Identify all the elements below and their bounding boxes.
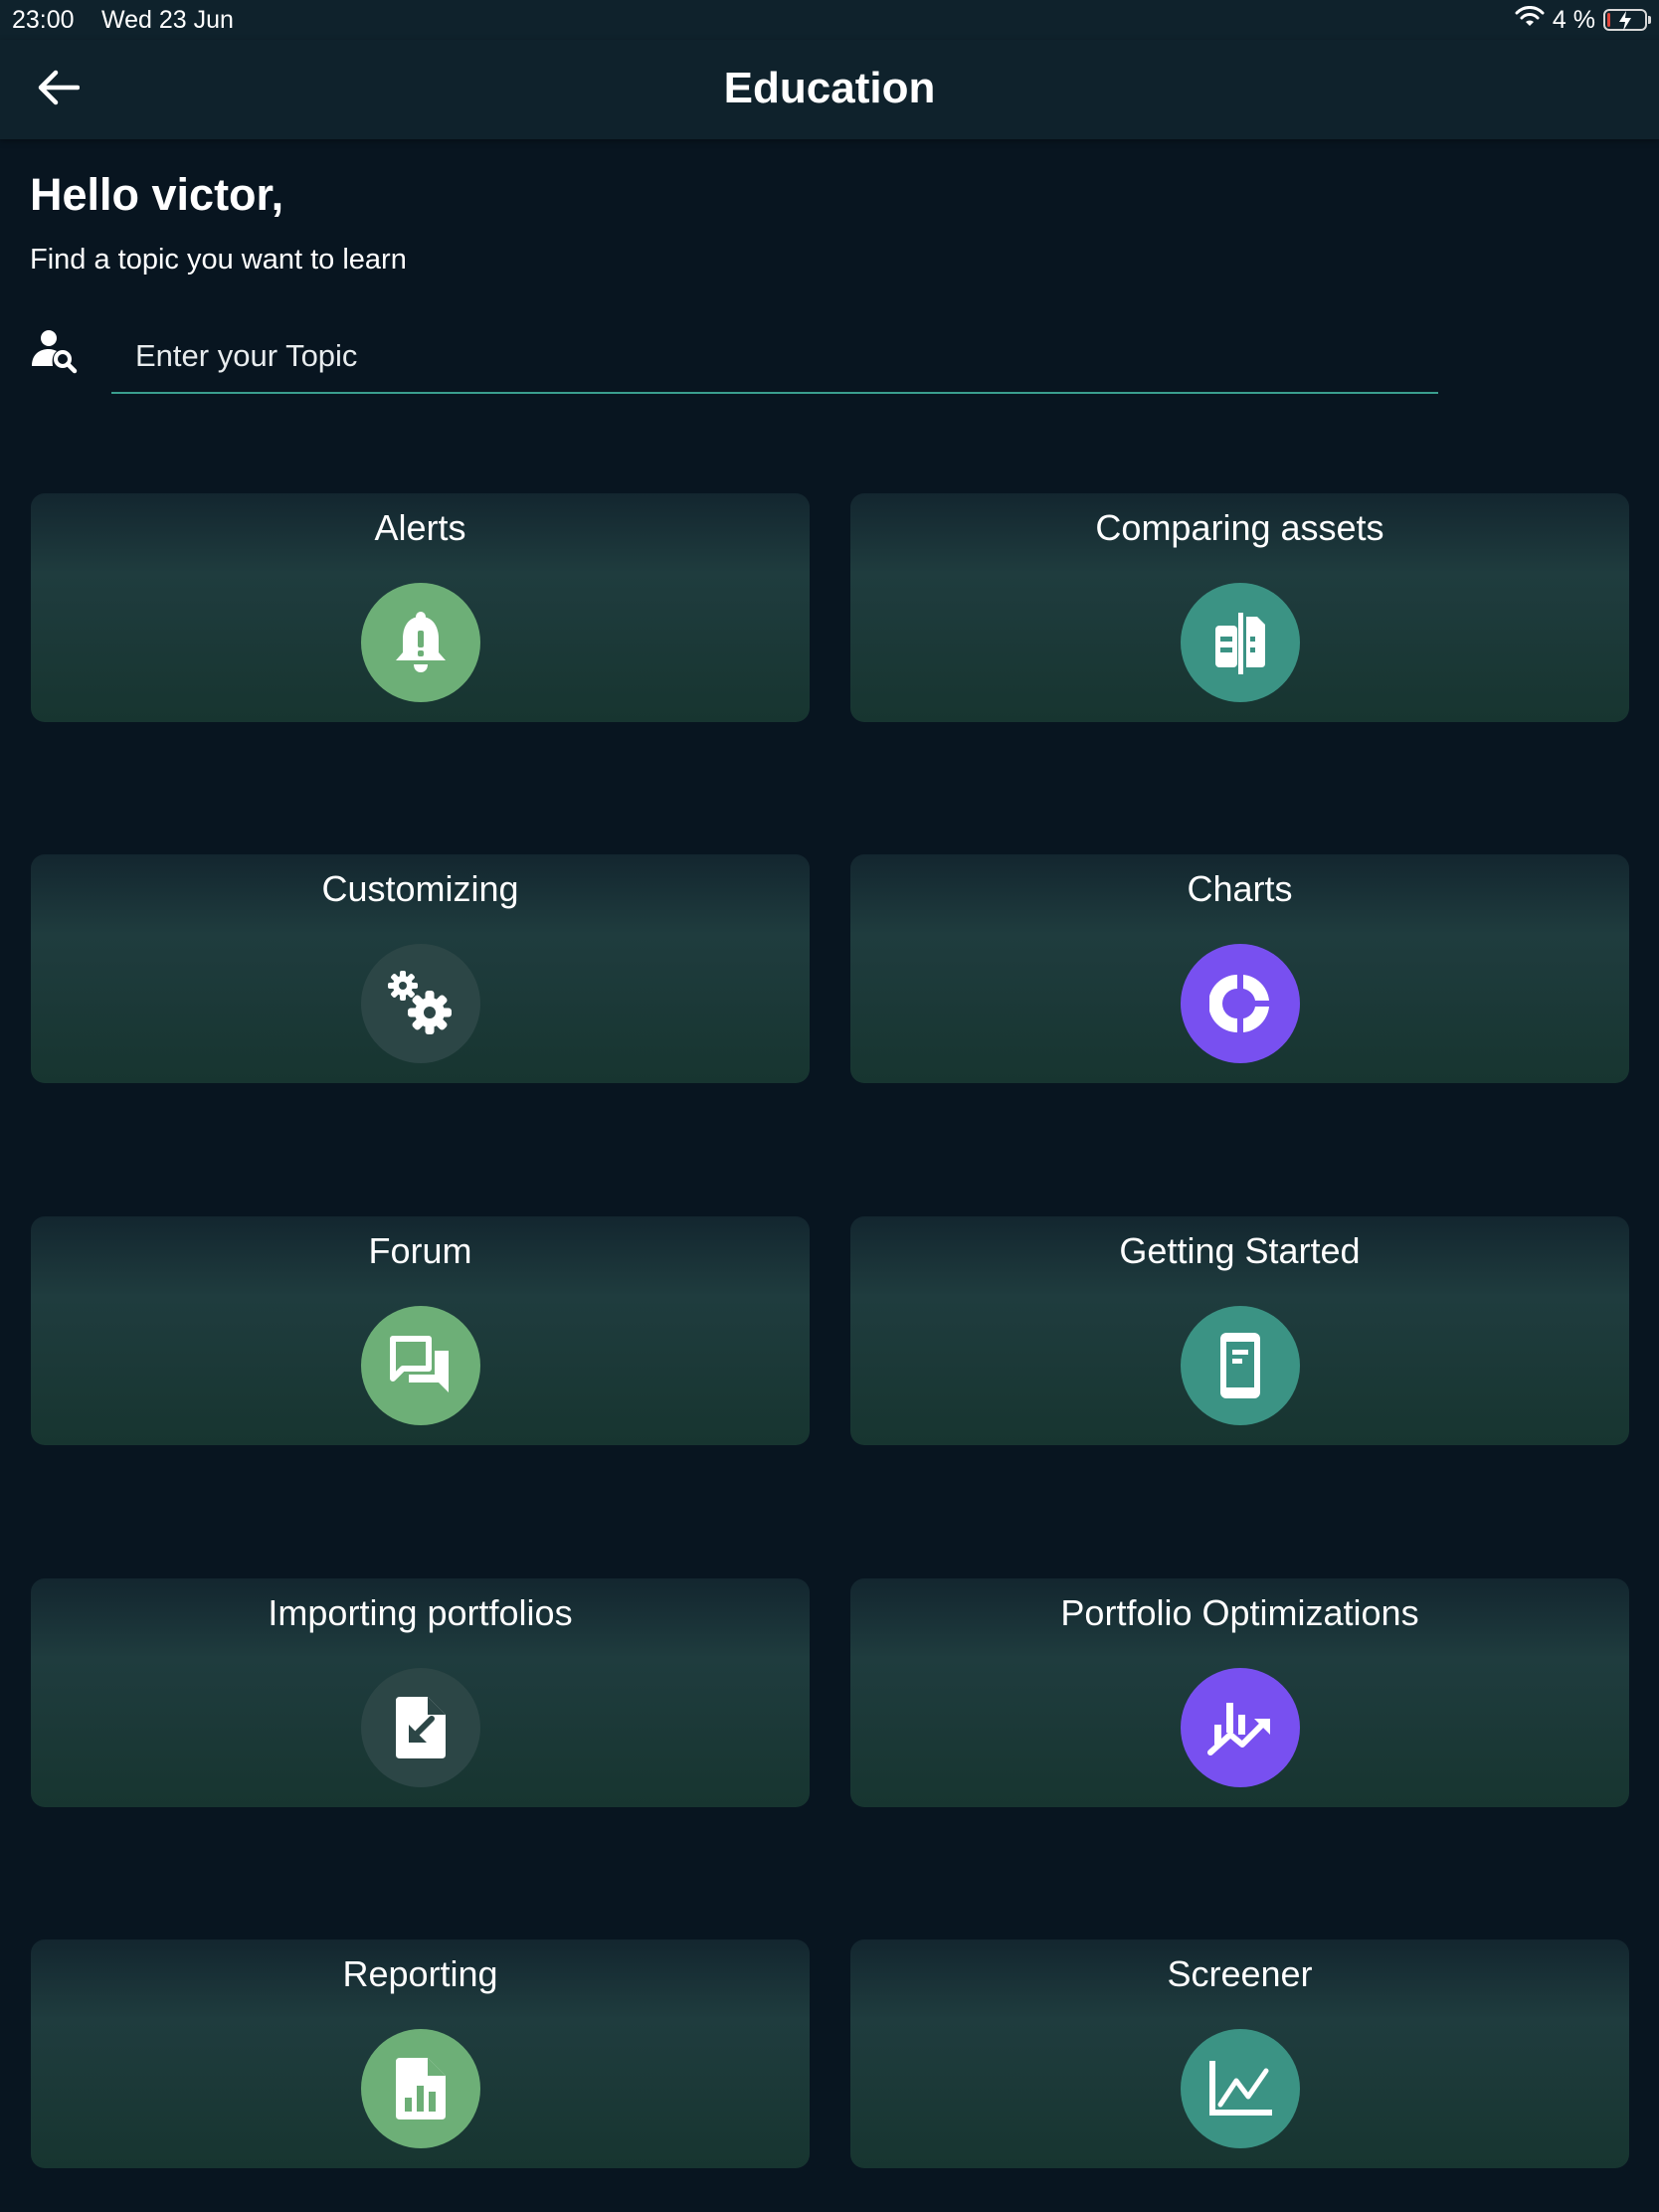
topic-card-title: Portfolio Optimizations bbox=[1060, 1592, 1419, 1633]
compare-icon bbox=[1181, 583, 1300, 702]
forum-icon bbox=[361, 1306, 480, 1425]
greeting-title: Hello victor, bbox=[30, 169, 284, 220]
topic-card-title: Screener bbox=[1167, 1953, 1313, 1994]
topic-card-importing-portfolios[interactable]: Importing portfolios bbox=[31, 1578, 810, 1807]
topic-card-title: Importing portfolios bbox=[268, 1592, 573, 1633]
page-title: Education bbox=[723, 64, 936, 112]
topic-card-title: Getting Started bbox=[1119, 1230, 1361, 1271]
topic-card-title: Comparing assets bbox=[1095, 507, 1384, 548]
battery-percent: 4 % bbox=[1552, 5, 1595, 34]
topic-card-title: Reporting bbox=[342, 1953, 498, 1994]
search-field-container bbox=[111, 320, 1438, 394]
topic-card-getting-started[interactable]: Getting Started bbox=[850, 1216, 1629, 1445]
topic-card-portfolio-optimizations[interactable]: Portfolio Optimizations bbox=[850, 1578, 1629, 1807]
topic-card-charts[interactable]: Charts bbox=[850, 854, 1629, 1083]
phone-document-icon bbox=[1181, 1306, 1300, 1425]
status-indicators: 4 % bbox=[1515, 4, 1651, 36]
report-icon bbox=[361, 2029, 480, 2148]
file-import-icon bbox=[361, 1668, 480, 1787]
donut-chart-icon bbox=[1181, 944, 1300, 1063]
status-bar: 23:00 Wed 23 Jun 4 % bbox=[0, 0, 1659, 40]
topic-card-forum[interactable]: Forum bbox=[31, 1216, 810, 1445]
wifi-icon bbox=[1515, 5, 1545, 35]
battery-charging-icon bbox=[1603, 9, 1651, 31]
topic-card-customizing[interactable]: Customizing bbox=[31, 854, 810, 1083]
topic-card-title: Charts bbox=[1187, 868, 1293, 909]
greeting-subtitle: Find a topic you want to learn bbox=[30, 244, 407, 276]
topic-card-title: Forum bbox=[368, 1230, 472, 1271]
bell-alert-icon bbox=[361, 583, 480, 702]
search-input[interactable] bbox=[111, 320, 1438, 392]
topic-card-reporting[interactable]: Reporting bbox=[31, 1939, 810, 2168]
topic-card-alerts[interactable]: Alerts bbox=[31, 493, 810, 722]
topic-card-title: Customizing bbox=[321, 868, 519, 909]
trending-chart-icon bbox=[1181, 1668, 1300, 1787]
app-bar: Education bbox=[0, 40, 1659, 139]
line-chart-icon bbox=[1181, 2029, 1300, 2148]
person-search-icon bbox=[30, 326, 80, 376]
topic-card-screener[interactable]: Screener bbox=[850, 1939, 1629, 2168]
gears-icon bbox=[361, 944, 480, 1063]
topic-card-comparing-assets[interactable]: Comparing assets bbox=[850, 493, 1629, 722]
status-time: 23:00 bbox=[12, 6, 75, 34]
status-date: Wed 23 Jun bbox=[101, 6, 234, 34]
topic-card-title: Alerts bbox=[374, 507, 466, 548]
